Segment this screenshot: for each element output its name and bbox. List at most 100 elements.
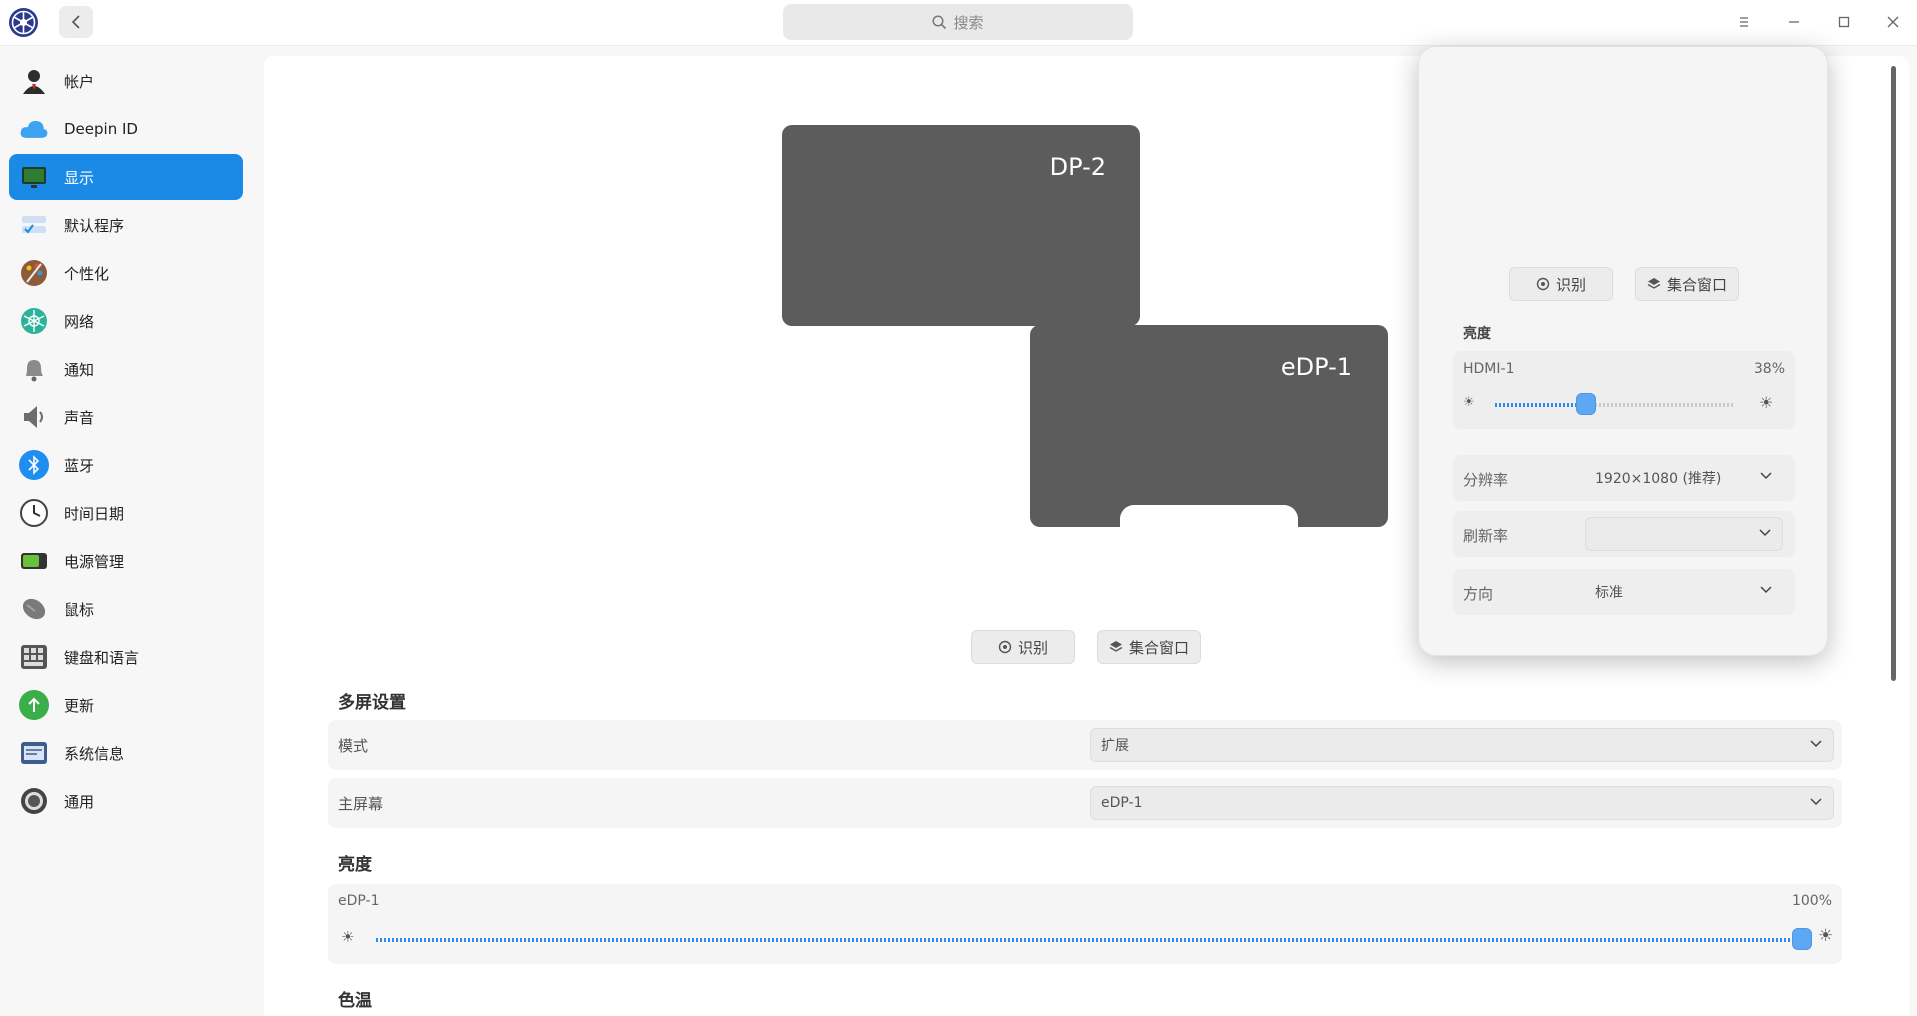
target-icon <box>1536 277 1550 291</box>
sidebar-item-accounts[interactable]: 帐户 <box>9 58 243 104</box>
brightness-slider-handle[interactable] <box>1792 928 1812 950</box>
mode-row: 模式 扩展 <box>328 720 1842 770</box>
cloud-icon <box>19 114 49 144</box>
sidebar-item-sound[interactable]: 声音 <box>9 394 243 440</box>
sidebar-item-label: 时间日期 <box>64 504 125 523</box>
gather-windows-label: 集合窗口 <box>1128 638 1189 657</box>
minimize-button[interactable] <box>1782 10 1806 34</box>
user-icon <box>19 66 49 96</box>
speaker-icon <box>19 402 49 432</box>
menu-button[interactable] <box>1732 10 1756 34</box>
resolution-value: 1920×1080 (推荐) <box>1595 471 1722 487</box>
sidebar-item-personalization[interactable]: 个性化 <box>9 250 243 296</box>
update-icon <box>19 690 49 720</box>
sidebar-item-default-apps[interactable]: 默认程序 <box>9 202 243 248</box>
sidebar-item-system-info[interactable]: 系统信息 <box>9 730 243 776</box>
sidebar-item-label: Deepin ID <box>64 120 138 138</box>
sidebar-item-keyboard-language[interactable]: 键盘和语言 <box>9 634 243 680</box>
popup-brightness-row: HDMI-1 38% ☀ ☀ <box>1453 351 1795 429</box>
personalization-icon <box>19 258 49 288</box>
popup-brightness-title: 亮度 <box>1463 326 1491 342</box>
sidebar-item-bluetooth[interactable]: 蓝牙 <box>9 442 243 488</box>
identify-label: 识别 <box>1017 638 1048 657</box>
secondary-display-popup: 识别 集合窗口 亮度 HDMI-1 38% ☀ ☀ 分辨率 1920×1080 … <box>1418 46 1828 656</box>
sidebar-item-label: 通知 <box>64 360 95 379</box>
search-placeholder: 搜索 <box>953 13 984 32</box>
minimize-icon <box>1789 21 1799 23</box>
sidebar-item-label: 通用 <box>64 792 95 811</box>
sidebar-item-label: 帐户 <box>64 72 95 91</box>
sidebar-item-label: 网络 <box>64 312 95 331</box>
sidebar-item-general[interactable]: 通用 <box>9 778 243 824</box>
network-icon <box>19 306 49 336</box>
sidebar-item-datetime[interactable]: 时间日期 <box>9 490 243 536</box>
chevron-left-icon <box>71 15 80 29</box>
target-icon <box>998 640 1012 654</box>
mode-value: 扩展 <box>1101 738 1129 754</box>
sidebar-item-power[interactable]: 电源管理 <box>9 538 243 584</box>
screen-edp-1[interactable]: eDP-1 <box>1030 325 1388 527</box>
popup-brightness-percent: 38% <box>1753 361 1785 377</box>
sidebar-item-label: 声音 <box>64 408 95 427</box>
back-button[interactable] <box>59 6 93 38</box>
sidebar-item-mouse[interactable]: 鼠标 <box>9 586 243 632</box>
identify-label: 识别 <box>1555 275 1586 294</box>
identify-button[interactable]: 识别 <box>971 630 1075 664</box>
sidebar-item-display[interactable]: 显示 <box>9 154 243 200</box>
resolution-select[interactable]: 1920×1080 (推荐) <box>1585 461 1783 495</box>
resolution-row: 分辨率 1920×1080 (推荐) <box>1453 455 1795 501</box>
gather-windows-button[interactable]: 集合窗口 <box>1097 630 1201 664</box>
primary-screen-label: 主屏幕 <box>338 795 384 813</box>
sidebar-item-notifications[interactable]: 通知 <box>9 346 243 392</box>
orientation-value: 标准 <box>1595 585 1623 601</box>
refresh-rate-select[interactable] <box>1585 517 1783 551</box>
chevron-down-icon <box>1760 472 1772 480</box>
sidebar-item-label: 默认程序 <box>64 216 125 235</box>
popup-brightness-slider-fill <box>1495 403 1587 407</box>
primary-screen-value: eDP-1 <box>1101 795 1143 811</box>
mode-label: 模式 <box>338 737 369 755</box>
mode-select[interactable]: 扩展 <box>1090 728 1834 762</box>
primary-screen-row: 主屏幕 eDP-1 <box>328 778 1842 828</box>
sidebar-item-update[interactable]: 更新 <box>9 682 243 728</box>
bell-icon <box>19 354 49 384</box>
hamburger-menu-icon <box>1740 17 1748 27</box>
brightness-slider-track[interactable] <box>376 938 1804 942</box>
mouse-icon <box>19 594 49 624</box>
keyboard-icon <box>19 642 49 672</box>
scrollbar[interactable] <box>1891 66 1896 681</box>
brightness-row: eDP-1 100% ☀ ☀ <box>328 884 1842 964</box>
popup-identify-button[interactable]: 识别 <box>1509 267 1613 301</box>
sidebar-item-deepin-id[interactable]: Deepin ID <box>9 106 243 152</box>
close-button[interactable] <box>1881 10 1905 34</box>
orientation-select[interactable]: 标准 <box>1585 575 1783 609</box>
brightness-high-icon: ☀ <box>1759 393 1774 412</box>
screen-dp-2[interactable]: DP-2 <box>782 125 1140 326</box>
brightness-low-icon: ☀ <box>341 928 355 946</box>
chevron-down-icon <box>1810 740 1822 748</box>
general-icon <box>19 786 49 816</box>
maximize-button[interactable] <box>1832 10 1856 34</box>
battery-icon <box>19 546 49 576</box>
refresh-rate-row: 刷新率 <box>1453 511 1795 557</box>
system-info-icon <box>19 738 49 768</box>
brightness-display-label: eDP-1 <box>338 893 380 909</box>
sidebar-item-label: 更新 <box>64 696 95 715</box>
chevron-down-icon <box>1760 586 1772 594</box>
orientation-row: 方向 标准 <box>1453 569 1795 615</box>
screen-label: eDP-1 <box>1280 353 1352 381</box>
orientation-label: 方向 <box>1463 585 1494 603</box>
primary-screen-select[interactable]: eDP-1 <box>1090 786 1834 820</box>
chevron-down-icon <box>1810 798 1822 806</box>
search-icon <box>932 14 947 29</box>
resolution-label: 分辨率 <box>1463 471 1509 489</box>
sidebar-item-label: 键盘和语言 <box>64 648 140 667</box>
search-input[interactable]: 搜索 <box>783 4 1133 40</box>
popup-brightness-slider-handle[interactable] <box>1576 393 1597 415</box>
sidebar-item-network[interactable]: 网络 <box>9 298 243 344</box>
brightness-low-icon: ☀ <box>1463 395 1475 410</box>
app-logo-icon <box>8 7 39 38</box>
popup-gather-windows-button[interactable]: 集合窗口 <box>1635 267 1739 301</box>
chevron-down-icon <box>1759 529 1771 537</box>
default-apps-icon <box>19 210 49 240</box>
